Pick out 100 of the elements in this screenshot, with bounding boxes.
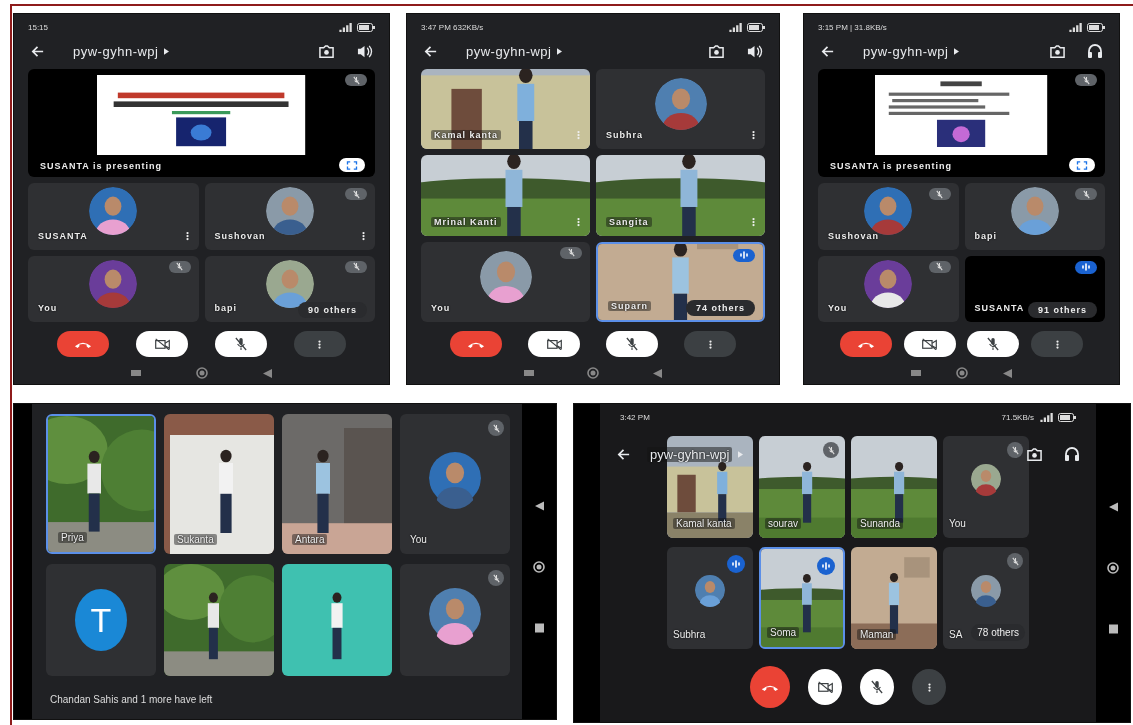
participant-tile[interactable]: You [400, 414, 510, 554]
participant-tile[interactable]: SUSANTA 91 others [964, 255, 1105, 322]
camera-button[interactable] [903, 331, 956, 357]
back-nav-button[interactable] [1002, 368, 1012, 378]
others-count[interactable]: 74 others [685, 300, 755, 316]
recent-apps-button[interactable] [1108, 624, 1118, 634]
participant-name: Maman [857, 629, 897, 640]
participant-name: Subhra [673, 629, 706, 640]
participant-tile[interactable] [400, 564, 510, 676]
hang-up-button[interactable] [450, 331, 502, 357]
participant-name: bapi [974, 230, 997, 241]
headphones-button[interactable] [1087, 43, 1103, 59]
status-time: 3:15 PM | 31.8KB/s [818, 22, 887, 32]
participant-tile[interactable]: SUSANTA [28, 183, 199, 250]
mic-off-icon [566, 248, 576, 258]
signal-icon [338, 22, 352, 32]
participant-tile[interactable]: bapi 90 others [204, 255, 375, 322]
signal-icon [1068, 22, 1082, 32]
headphones-button[interactable] [1064, 446, 1080, 462]
mic-button[interactable] [214, 331, 267, 357]
caret-icon[interactable] [954, 47, 960, 55]
participant-tile[interactable]: SA 78 others [943, 547, 1029, 649]
participant-tile[interactable]: bapi [964, 183, 1105, 250]
more-icon [1055, 338, 1059, 350]
battery-icon [747, 22, 765, 32]
camera-switch-button[interactable] [1048, 43, 1067, 59]
participant-tile[interactable]: You [421, 241, 590, 322]
participant-name: Mrinal Kanti [431, 216, 501, 227]
mic-button[interactable] [606, 331, 658, 357]
participant-tile[interactable]: Sushovan [818, 183, 959, 250]
more-icon [927, 681, 931, 693]
status-time: 15:15 [28, 22, 49, 32]
meeting-title[interactable]: pyw-gyhn-wpj [466, 43, 552, 59]
camera-off-icon [153, 338, 171, 350]
caret-icon[interactable] [557, 47, 563, 55]
participant-tile[interactable]: Priya [46, 414, 156, 554]
participant-tile[interactable]: You [943, 436, 1029, 538]
participant-tile[interactable]: T [46, 564, 156, 676]
more-icon[interactable] [362, 230, 365, 241]
fullscreen-button[interactable] [1069, 158, 1095, 172]
participant-tile[interactable]: You [28, 255, 199, 322]
avatar [89, 259, 138, 308]
home-button[interactable] [956, 367, 968, 379]
more-icon[interactable] [185, 230, 189, 241]
hang-up-button[interactable] [839, 331, 892, 357]
participant-name: Sangita [606, 216, 652, 227]
participant-name: bapi [214, 303, 237, 313]
camera-switch-button[interactable] [707, 43, 726, 59]
mic-button[interactable] [967, 331, 1020, 357]
home-button[interactable] [1107, 562, 1119, 574]
hang-up-button[interactable] [750, 666, 790, 708]
participant-tile[interactable]: Suparn 74 others [596, 241, 765, 322]
presenter-caption: SUSANTA is presenting [40, 161, 162, 171]
hang-up-button[interactable] [57, 331, 110, 357]
camera-switch-button[interactable] [1025, 446, 1044, 462]
participant-name: SUSANTA [38, 230, 88, 241]
battery-icon [1087, 22, 1105, 32]
mic-off-icon [626, 337, 638, 351]
participant-tile[interactable]: Soma [759, 547, 845, 649]
speaker-button[interactable] [746, 43, 763, 59]
recent-apps-button[interactable] [911, 369, 922, 377]
presenter-caption: SUSANTA is presenting [830, 161, 952, 171]
fullscreen-button[interactable] [339, 158, 365, 172]
participant-tile[interactable]: Subhra [596, 69, 765, 150]
participant-tile[interactable]: Subhra [667, 547, 753, 649]
back-nav-button[interactable] [534, 500, 544, 511]
mic-button[interactable] [860, 669, 894, 705]
home-button[interactable] [587, 367, 600, 379]
recent-apps-button[interactable] [131, 369, 142, 377]
status-time: 3:47 PM 632KB/s [421, 22, 484, 32]
recent-apps-button[interactable] [534, 622, 544, 633]
back-nav-button[interactable] [1108, 502, 1118, 512]
others-count[interactable]: 78 others [971, 624, 1025, 641]
back-nav-button[interactable] [653, 368, 663, 378]
meeting-title[interactable]: pyw-gyhn-wpj [863, 43, 949, 59]
camera-button[interactable] [808, 669, 842, 705]
more-icon[interactable] [752, 130, 755, 141]
camera-button[interactable] [528, 331, 580, 357]
participant-tile[interactable]: Sushovan [204, 183, 375, 250]
mic-off-icon [1081, 189, 1091, 199]
more-icon [318, 338, 322, 350]
home-button[interactable] [196, 367, 208, 379]
meeting-title[interactable]: pyw-gyhn-wpj [73, 43, 159, 59]
participant-tile[interactable]: You [818, 255, 959, 322]
participant-name: Suparn [608, 301, 651, 311]
home-button[interactable] [533, 560, 545, 573]
recent-apps-button[interactable] [523, 369, 534, 377]
avatar [265, 259, 314, 308]
camera-switch-button[interactable] [317, 43, 336, 59]
others-count[interactable]: 90 others [297, 302, 367, 318]
mic-off-icon [987, 337, 1000, 351]
participant-name: Kamal kanta [673, 518, 735, 529]
camera-button[interactable] [136, 331, 189, 357]
others-count[interactable]: 91 others [1027, 302, 1097, 318]
caret-icon[interactable] [164, 47, 170, 55]
participant-name: You [431, 303, 451, 313]
mic-off-icon [935, 189, 944, 199]
speaker-button[interactable] [356, 43, 373, 59]
fullscreen-icon [1076, 160, 1088, 170]
back-nav-button[interactable] [262, 368, 272, 378]
